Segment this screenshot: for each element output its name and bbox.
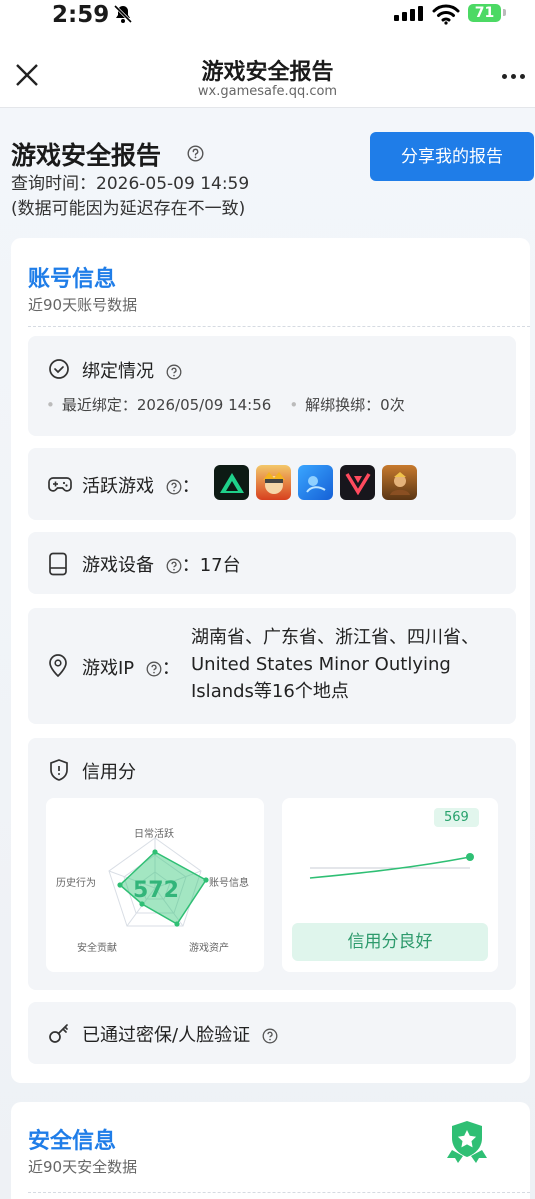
divider — [28, 326, 530, 327]
blue-game-icon[interactable] — [298, 465, 333, 500]
help-icon[interactable] — [146, 661, 162, 677]
radar-label-history-behavior: 历史行为 — [56, 878, 96, 889]
credit-score-label: 信用分 — [82, 762, 136, 783]
battery-tip — [503, 9, 506, 16]
divider — [28, 1192, 530, 1193]
security-section-title: 安全信息 — [28, 1129, 117, 1154]
verification-label: 已通过密保/人脸验证 — [82, 1021, 278, 1047]
credit-score-value: 572 — [133, 878, 179, 903]
gamepad-icon — [48, 477, 72, 492]
game-ip-row: 游戏IP ： 湖南省、广东省、浙江省、四川省、United States Min… — [28, 608, 516, 724]
device-icon — [49, 552, 67, 576]
account-section-title: 账号信息 — [28, 267, 117, 292]
status-bar: 2:59 71 — [0, 0, 535, 34]
credit-trend-panel: 569 信用分良好 — [282, 798, 498, 972]
nav-url: wx.gamesafe.qq.com — [197, 84, 338, 99]
devices-label-text: 游戏设备 — [82, 555, 154, 576]
game-icons — [214, 465, 417, 500]
active-games-row: 活跃游戏 ： — [28, 448, 516, 520]
radar-label-account-info: 账号信息 — [209, 878, 249, 889]
devices-row: 游戏设备 ：17台 — [28, 532, 516, 594]
devices-value: ：17台 — [181, 555, 241, 576]
account-section-subtitle: 近90天账号数据 — [28, 296, 138, 314]
credit-status-button[interactable]: 信用分良好 — [292, 923, 488, 961]
key-icon — [49, 1024, 68, 1043]
nav-bar: 游戏安全报告 wx.gamesafe.qq.com — [0, 34, 535, 108]
page-title: 游戏安全报告 — [11, 141, 162, 170]
bell-muted-icon — [113, 4, 133, 24]
security-section-subtitle: 近90天安全数据 — [28, 1158, 138, 1176]
recent-bind-time: 最近绑定：2026/05/09 14:56 — [46, 394, 271, 415]
help-icon[interactable] — [166, 479, 182, 495]
binding-details: 最近绑定：2026/05/09 14:56 解绑换绑：0次 — [46, 394, 405, 415]
delay-note: (数据可能因为延迟存在不一致) — [11, 199, 246, 219]
radar-label-security-contribution: 安全贡献 — [77, 943, 117, 954]
game-ip-label-text: 游戏IP — [82, 658, 135, 679]
account-info-card: 账号信息 近90天账号数据 绑定情况 最近绑定：2026/05/09 14:56… — [11, 238, 530, 1083]
security-badge-icon — [447, 1121, 487, 1163]
hero-game-icon[interactable] — [382, 465, 417, 500]
rebind-count: 解绑换绑：0次 — [289, 394, 405, 415]
credit-score-row: 信用分 日常活跃 账号信息 游戏资产 安全贡献 历史行为 572 569 信用分… — [28, 738, 516, 990]
game-ip-locations: 湖南省、广东省、浙江省、四川省、United States Minor Outl… — [191, 627, 479, 702]
active-games-colon: ： — [181, 476, 200, 497]
help-icon[interactable] — [166, 558, 182, 574]
help-icon[interactable] — [187, 145, 204, 162]
share-report-button[interactable]: 分享我的报告 — [370, 132, 534, 181]
active-games-label: 活跃游戏 ： — [82, 472, 200, 498]
check-circle-icon — [49, 359, 69, 379]
status-time: 2:59 — [52, 2, 110, 28]
verification-row: 已通过密保/人脸验证 — [28, 1002, 516, 1064]
devices-label: 游戏设备 ：17台 — [82, 551, 241, 577]
battery-indicator: 71 — [468, 4, 501, 22]
valorant-game-icon[interactable] — [340, 465, 375, 500]
trend-line-chart — [309, 853, 474, 879]
binding-label-text: 绑定情况 — [82, 361, 154, 382]
radar-label-game-assets: 游戏资产 — [189, 943, 229, 954]
game-ip-label: 游戏IP ： — [82, 654, 180, 680]
cellular-signal-icon — [394, 6, 423, 21]
binding-row: 绑定情况 最近绑定：2026/05/09 14:56 解绑换绑：0次 — [28, 336, 516, 436]
wifi-icon — [432, 4, 460, 25]
more-options-icon[interactable] — [502, 74, 525, 79]
query-time: 查询时间：2026-05-09 14:59 — [11, 174, 250, 194]
page-content: 游戏安全报告 查询时间：2026-05-09 14:59 (数据可能因为延迟存在… — [0, 108, 535, 1199]
ninja-game-icon[interactable] — [256, 465, 291, 500]
game-ip-colon: ： — [161, 658, 180, 679]
triangle-game-icon[interactable] — [214, 465, 249, 500]
verification-label-text: 已通过密保/人脸验证 — [82, 1025, 251, 1046]
security-info-card: 安全信息 近90天安全数据 — [11, 1102, 530, 1199]
nav-title: 游戏安全报告 — [201, 60, 334, 85]
help-icon[interactable] — [166, 364, 182, 380]
radar-label-daily-activity: 日常活跃 — [134, 829, 174, 840]
location-pin-icon — [49, 654, 67, 678]
credit-radar-chart: 日常活跃 账号信息 游戏资产 安全贡献 历史行为 572 — [46, 798, 264, 972]
help-icon[interactable] — [262, 1028, 278, 1044]
shield-icon — [50, 759, 68, 781]
active-games-label-text: 活跃游戏 — [82, 476, 154, 497]
binding-label: 绑定情况 — [82, 357, 182, 383]
